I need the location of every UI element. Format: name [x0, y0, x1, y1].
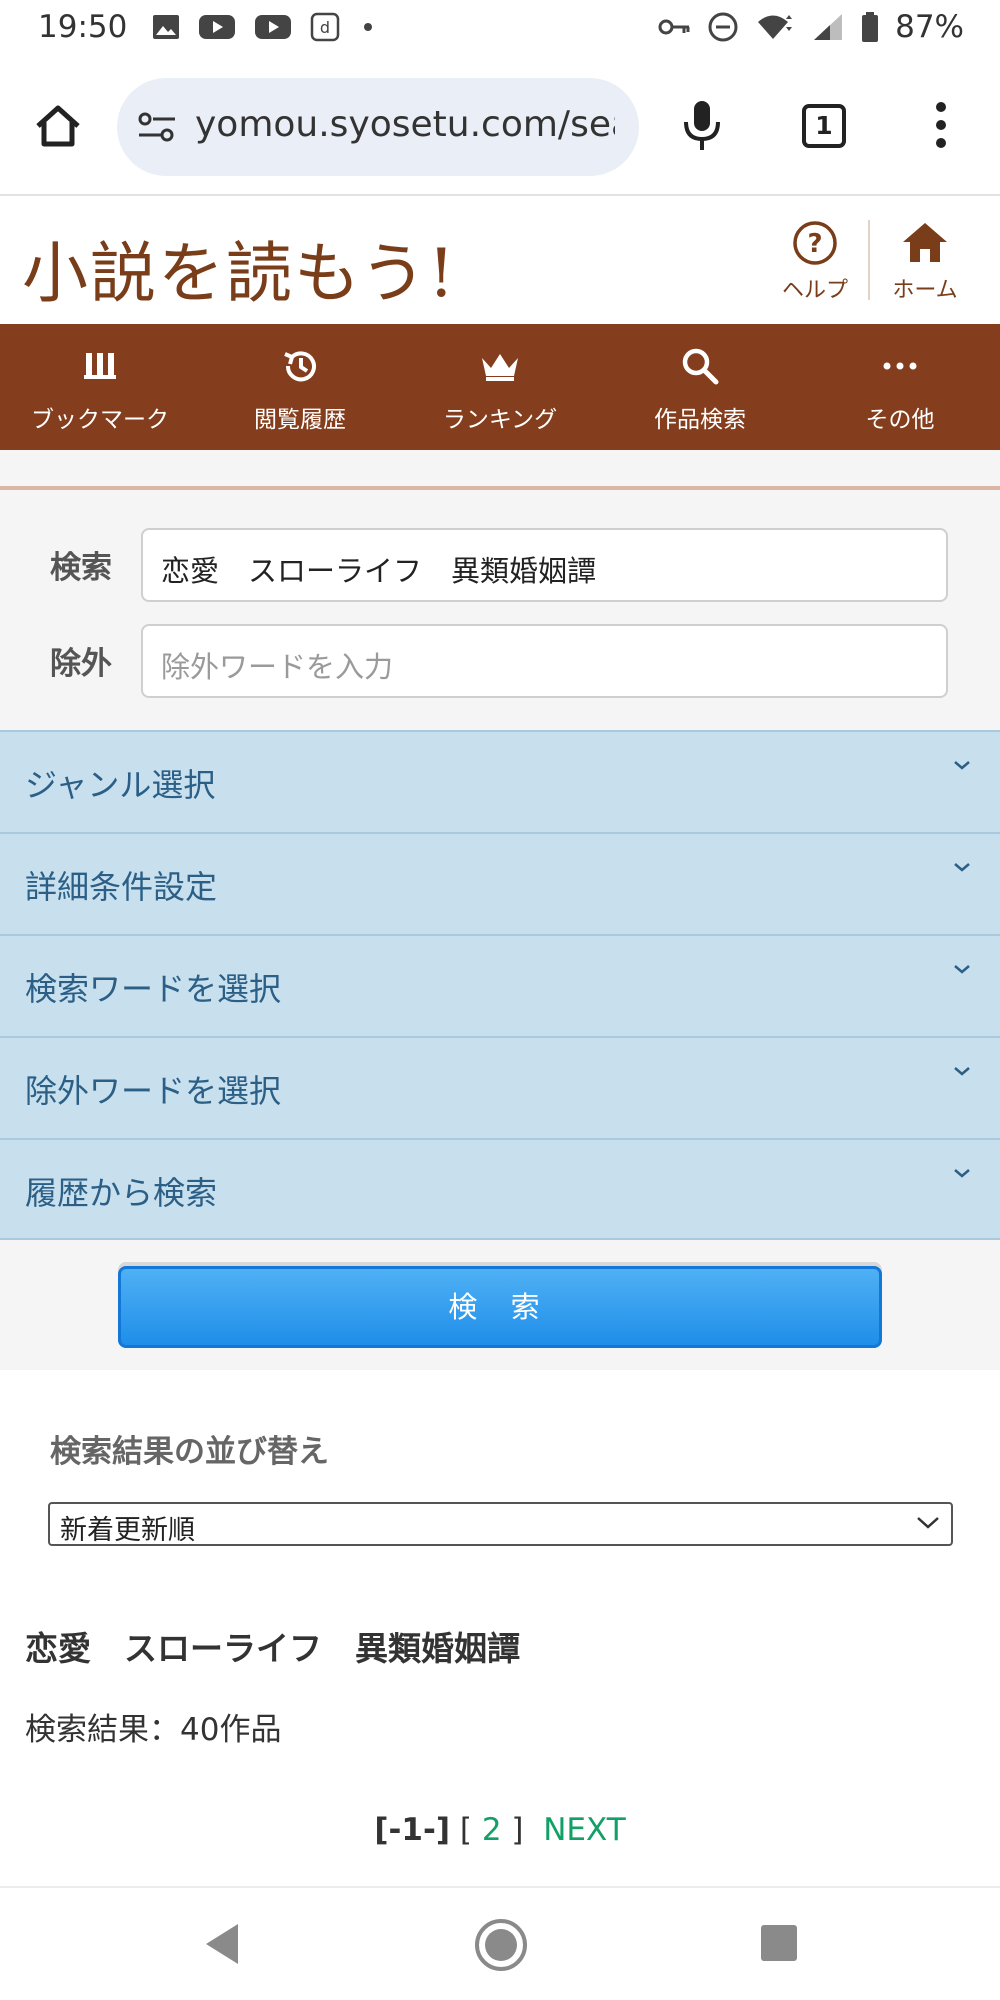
home-nav-icon[interactable]	[474, 1918, 528, 1972]
vpn-key-icon	[658, 19, 690, 35]
signal-icon	[814, 14, 843, 40]
nav-bookmark[interactable]: ブックマーク	[0, 324, 200, 450]
site-header: 小説を読もう! ? ヘルプ ホーム	[0, 198, 1000, 324]
more-icon	[883, 362, 917, 370]
help-icon: ?	[793, 221, 837, 265]
exclude-label: 除外	[50, 646, 112, 682]
section-divider	[0, 486, 1000, 490]
accordion-label: 除外ワードを選択	[25, 1072, 282, 1110]
site-logo[interactable]: 小説を読もう!	[22, 220, 457, 316]
browser-menu-button[interactable]	[931, 100, 951, 150]
do-not-disturb-icon	[708, 12, 738, 42]
nav-history[interactable]: 閲覧履歴	[200, 324, 400, 450]
accordion-label: 履歴から検索	[25, 1174, 218, 1212]
youtube-icon	[199, 15, 235, 39]
exclude-input[interactable]: 除外ワードを入力	[141, 624, 948, 698]
nav-other[interactable]: その他	[800, 324, 1000, 450]
sort-label: 検索結果の並び替え	[50, 1434, 329, 1470]
chevron-down-icon	[917, 1517, 939, 1529]
voice-search-button[interactable]	[680, 98, 724, 158]
sort-selected-value: 新着更新順	[60, 1515, 195, 1546]
pagination: [-1-] [ 2 ] NEXT	[0, 1812, 1000, 1848]
page-bracket-close: ]	[511, 1812, 524, 1848]
chevron-down-icon	[954, 1169, 970, 1178]
battery-percent: 87%	[895, 9, 964, 45]
nav-search[interactable]: 作品検索	[600, 324, 800, 450]
chevron-down-icon	[954, 761, 970, 770]
page-2-link[interactable]: 2	[482, 1812, 502, 1848]
system-icons: 87%	[657, 9, 964, 45]
search-form: 検索 恋愛 スローライフ 異類婚姻譚 除外 除外ワードを入力 ジャンル選択 詳細…	[0, 450, 1000, 1370]
chevron-down-icon	[954, 863, 970, 872]
page-current: [-1-]	[374, 1812, 450, 1848]
notification-icons: d	[152, 12, 378, 42]
result-count: 検索結果：40作品	[25, 1712, 282, 1748]
help-button[interactable]: ? ヘルプ	[770, 220, 860, 304]
query-title: 恋愛 スローライフ 異類婚姻譚	[25, 1629, 520, 1668]
browser-toolbar: yomou.syosetu.com/sea 1	[0, 56, 1000, 196]
accordion-label: 検索ワードを選択	[25, 970, 282, 1008]
accordion-select-keywords[interactable]: 検索ワードを選択	[0, 934, 1000, 1036]
accordion-label: ジャンル選択	[25, 766, 216, 804]
dot-icon	[364, 23, 372, 31]
home-icon	[36, 105, 80, 147]
image-icon	[153, 15, 179, 39]
nav-label: 作品検索	[654, 407, 746, 433]
recents-icon[interactable]	[760, 1924, 798, 1962]
accordion-detail-conditions[interactable]: 詳細条件設定	[0, 832, 1000, 934]
site-settings-icon[interactable]	[137, 110, 177, 144]
accordion-genre[interactable]: ジャンル選択	[0, 730, 1000, 832]
system-navigation-bar	[0, 1886, 1000, 2000]
keyword-input[interactable]: 恋愛 スローライフ 異類婚姻譚	[141, 528, 948, 602]
search-button[interactable]: 検 索	[118, 1266, 882, 1348]
nav-ranking[interactable]: ランキング	[400, 324, 600, 450]
bookmark-icon	[84, 353, 116, 379]
address-bar[interactable]: yomou.syosetu.com/sea	[117, 78, 639, 176]
status-time: 19:50	[38, 9, 128, 45]
accordion-select-exclude[interactable]: 除外ワードを選択	[0, 1036, 1000, 1138]
accordion-label: 詳細条件設定	[25, 868, 218, 906]
history-icon	[284, 351, 316, 382]
sort-select[interactable]: 新着更新順	[48, 1502, 953, 1546]
search-icon	[682, 348, 719, 385]
home-label: ホーム	[892, 278, 958, 303]
back-icon[interactable]	[202, 1922, 242, 1966]
accordion-history-search[interactable]: 履歴から検索	[0, 1138, 1000, 1240]
more-vert-icon	[936, 102, 946, 148]
d-app-icon: d	[310, 12, 340, 42]
url-text[interactable]: yomou.syosetu.com/sea	[195, 104, 615, 145]
nav-label: ブックマーク	[31, 407, 169, 433]
tab-switcher-button[interactable]: 1	[802, 104, 846, 148]
help-label: ヘルプ	[781, 278, 848, 303]
header-divider	[868, 220, 870, 300]
chevron-down-icon	[954, 965, 970, 974]
svg-text:d: d	[320, 18, 330, 37]
next-page-link[interactable]: NEXT	[543, 1812, 625, 1848]
nav-label: その他	[865, 407, 935, 433]
main-nav: ブックマーク 閲覧履歴 ランキング 作品検索 その他	[0, 324, 1000, 450]
nav-label: ランキング	[442, 407, 558, 433]
page-bracket-open: [	[459, 1812, 472, 1848]
browser-home-button[interactable]	[32, 100, 84, 152]
status-bar: 19:50 d 87%	[0, 0, 1000, 56]
keyword-label: 検索	[50, 550, 112, 586]
crown-icon	[482, 354, 518, 381]
home-button[interactable]: ホーム	[880, 220, 970, 304]
svg-text:?: ?	[807, 229, 822, 259]
chevron-down-icon	[954, 1067, 970, 1076]
battery-icon	[862, 12, 879, 42]
microphone-icon	[684, 101, 720, 150]
home-icon	[903, 223, 947, 262]
nav-label: 閲覧履歴	[254, 407, 346, 433]
wifi-icon	[758, 15, 793, 39]
youtube-icon	[255, 15, 291, 39]
